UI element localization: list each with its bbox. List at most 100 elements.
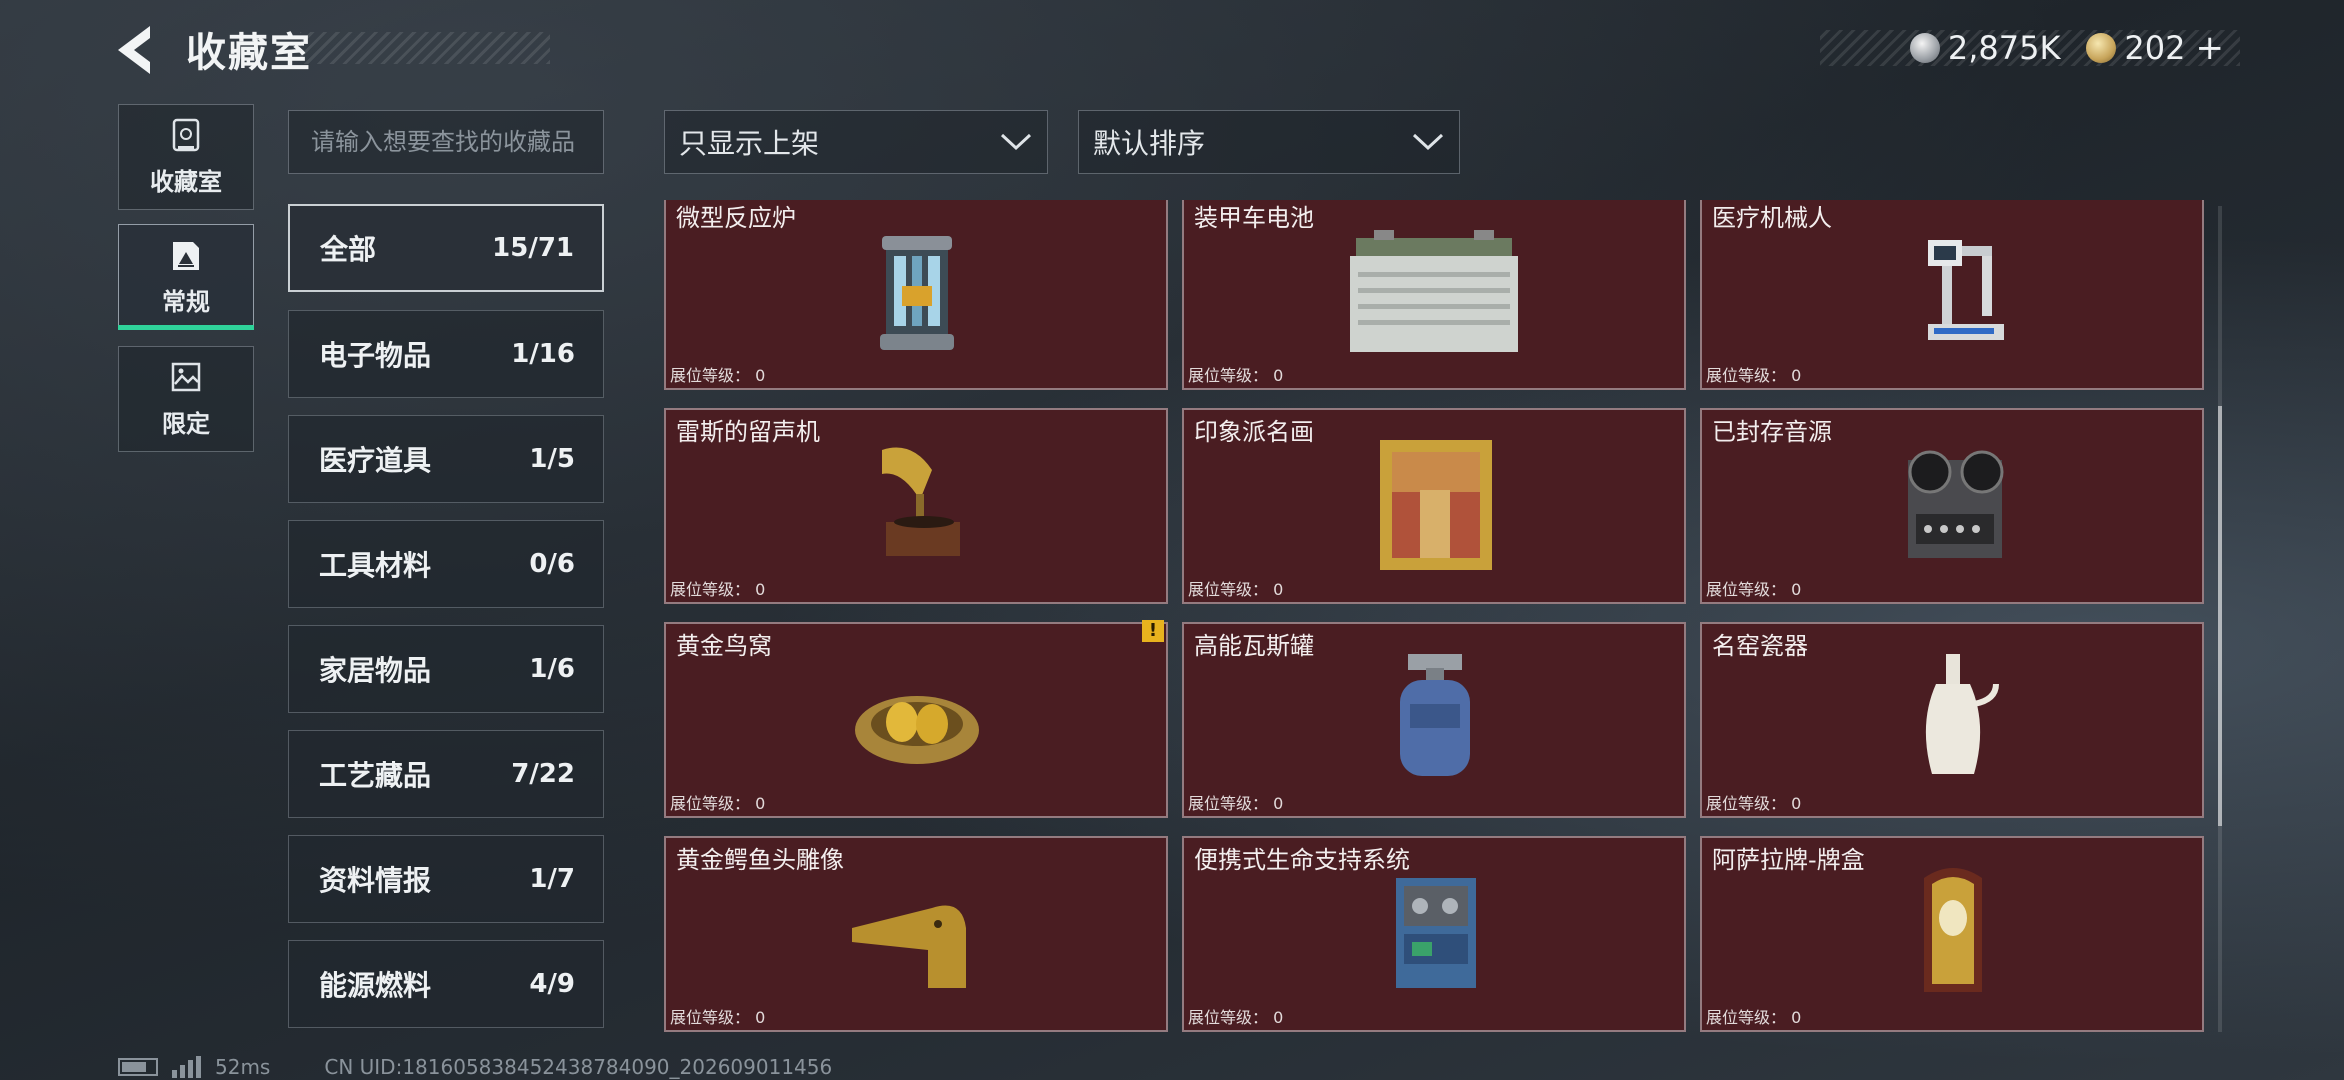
item-level: 展位等级： 0 [670, 576, 765, 600]
category-all[interactable]: 全部 15/71 [288, 204, 604, 292]
item-name: 医疗机械人 [1712, 204, 1832, 232]
category-count: 15/71 [492, 233, 574, 263]
level-value: 0 [755, 366, 766, 385]
item-name: 黄金鳄鱼头雕像 [676, 846, 844, 874]
item-card-golden-nest[interactable]: 黄金鸟窝 ! 展位等级： 0 [664, 620, 1168, 818]
search-box[interactable] [288, 110, 604, 174]
silver-currency: 2,875K [1909, 29, 2060, 67]
ping-value: 52ms [215, 1055, 271, 1079]
item-card-impressionist-painting[interactable]: 印象派名画 展位等级： 0 [1182, 408, 1686, 604]
category-count: 4/9 [529, 969, 575, 999]
category-medical[interactable]: 医疗道具 1/5 [288, 415, 604, 503]
item-name: 高能瓦斯罐 [1194, 632, 1314, 660]
life-support-icon [1396, 878, 1476, 988]
currency-bar: 2,875K 202 + [1820, 28, 2240, 68]
title-decoration [300, 32, 550, 64]
level-value: 0 [1791, 1008, 1802, 1027]
micro-reactor-icon [880, 236, 954, 350]
item-level: 展位等级： 0 [670, 790, 765, 814]
chevron-down-icon [1000, 133, 1032, 151]
item-name: 已封存音源 [1712, 418, 1832, 446]
sort-label: 默认排序 [1093, 127, 1206, 160]
category-count: 1/7 [529, 864, 575, 894]
porcelain-vase-icon [1925, 654, 1999, 774]
status-footer: 52ms CN UID:1816058384524387840​90_20260… [118, 1054, 832, 1080]
level-label: 展位等级： [1706, 1008, 1787, 1027]
item-card-armored-battery[interactable]: 装甲车电池 展位等级： 0 [1182, 200, 1686, 390]
level-value: 0 [1791, 794, 1802, 813]
nav-label: 常规 [162, 287, 210, 316]
signal-icon [172, 1056, 201, 1078]
category-intel[interactable]: 资料情报 1/7 [288, 835, 604, 923]
painting-icon [1380, 440, 1492, 570]
item-card-porcelain[interactable]: 名窑瓷器 展位等级： 0 [1700, 622, 2204, 818]
category-energy[interactable]: 能源燃料 4/9 [288, 940, 604, 1028]
item-level: 展位等级： 0 [1188, 576, 1283, 600]
category-tools[interactable]: 工具材料 0/6 [288, 520, 604, 608]
item-card-medical-robot[interactable]: 医疗机械人 展位等级： 0 [1700, 200, 2204, 390]
sort-dropdown[interactable]: 默认排序 [1078, 110, 1460, 174]
chevron-down-icon [1412, 133, 1444, 151]
level-label: 展位等级： [1706, 794, 1787, 813]
item-card-sealed-audio[interactable]: 已封存音源 展位等级： 0 [1700, 408, 2204, 604]
medical-robot-icon [1928, 240, 2004, 340]
level-label: 展位等级： [1188, 580, 1269, 599]
croc-head-statue-icon [852, 905, 966, 988]
level-value: 0 [1273, 794, 1284, 813]
level-label: 展位等级： [670, 366, 751, 385]
item-name: 装甲车电池 [1194, 204, 1314, 232]
item-name: 雷斯的留声机 [676, 418, 820, 446]
nav-item-limited[interactable]: 限定 [118, 346, 254, 452]
level-label: 展位等级： [670, 580, 751, 599]
item-name: 印象派名画 [1194, 418, 1314, 446]
warning-badge[interactable]: ! [1142, 620, 1164, 642]
nav-item-regular[interactable]: 常规 [118, 224, 254, 330]
level-value: 0 [1273, 1008, 1284, 1027]
shelf-filter-dropdown[interactable]: 只显示上架 [664, 110, 1048, 174]
category-electronics[interactable]: 电子物品 1/16 [288, 310, 604, 398]
title-area: 收藏室 [186, 26, 312, 76]
item-card-golden-croc-head[interactable]: 黄金鳄鱼头雕像 展位等级： 0 [664, 836, 1168, 1032]
card-box-icon [1924, 868, 1982, 992]
level-value: 0 [755, 1008, 766, 1027]
nav-item-collection-room[interactable]: 收藏室 [118, 104, 254, 210]
category-name: 工艺藏品 [319, 759, 432, 792]
top-bar: 收藏室 2,875K 202 + [0, 0, 2344, 100]
item-name: 黄金鸟窝 [676, 632, 772, 660]
battery-icon [1350, 230, 1518, 352]
level-label: 展位等级： [1706, 580, 1787, 599]
frame-icon [173, 241, 199, 270]
item-card-gas-canister[interactable]: 高能瓦斯罐 展位等级： 0 [1182, 622, 1686, 818]
item-level: 展位等级： 0 [1706, 362, 1801, 386]
back-button[interactable] [112, 22, 164, 78]
search-input[interactable] [311, 128, 581, 156]
collection-grid: 微型反应炉 展位等级： 0 装甲车电池 展位等级： 0 医疗机械人 展位等级： … [662, 200, 2207, 1036]
item-level: 展位等级： 0 [1188, 1004, 1283, 1028]
category-count: 7/22 [511, 759, 575, 789]
category-household[interactable]: 家居物品 1/6 [288, 625, 604, 713]
level-label: 展位等级： [1188, 366, 1269, 385]
add-currency-icon[interactable]: + [2196, 28, 2225, 68]
scrollbar-thumb[interactable] [2218, 406, 2222, 826]
category-name: 资料情报 [319, 864, 432, 897]
category-name: 能源燃料 [319, 969, 432, 1002]
item-level: 展位等级： 0 [670, 362, 765, 386]
gas-canister-icon [1400, 654, 1470, 776]
level-value: 0 [755, 794, 766, 813]
gold-currency[interactable]: 202 + [2086, 28, 2224, 68]
level-label: 展位等级： [670, 794, 751, 813]
item-card-life-support[interactable]: 便携式生命支持系统 展位等级： 0 [1182, 836, 1686, 1032]
category-name: 电子物品 [319, 339, 432, 372]
grid-scrollbar[interactable] [2218, 206, 2222, 1032]
category-name: 家居物品 [319, 654, 432, 687]
item-name: 阿萨拉牌-牌盒 [1712, 846, 1865, 874]
item-card-card-box[interactable]: 阿萨拉牌-牌盒 展位等级： 0 [1700, 836, 2204, 1032]
nav-label: 限定 [162, 409, 210, 438]
item-name: 微型反应炉 [676, 204, 796, 232]
user-uid: CN UID:1816058384524387840​90_2026090114… [324, 1055, 833, 1079]
category-count: 0/6 [529, 549, 575, 579]
item-card-micro-reactor[interactable]: 微型反应炉 展位等级： 0 [664, 200, 1168, 390]
item-card-gramophone[interactable]: 雷斯的留声机 展位等级： 0 [664, 408, 1168, 604]
category-crafts[interactable]: 工艺藏品 7/22 [288, 730, 604, 818]
picture-icon [171, 362, 201, 391]
